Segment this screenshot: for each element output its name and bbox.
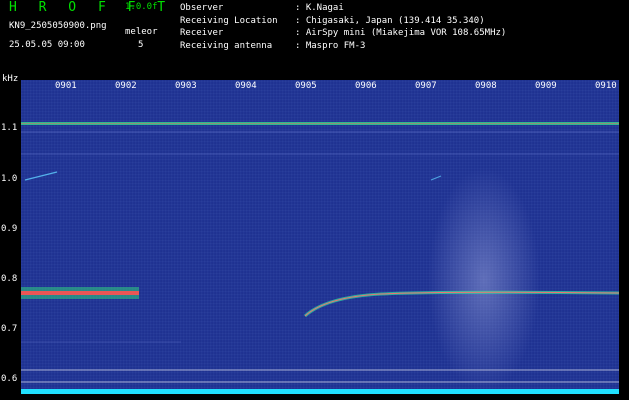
meteor-echo-trace — [430, 175, 442, 181]
image-filename: KN9_2505050900.png — [9, 21, 107, 31]
meteor-echo-core — [21, 291, 139, 295]
x-tick-label: 0907 — [415, 81, 437, 91]
info-value: : Chigasaki, Japan (139.414 35.340) — [295, 15, 485, 26]
info-key: Receiver — [180, 28, 224, 38]
info-row-location: Receiving Location : Chigasaki, Japan (13… — [180, 15, 506, 28]
info-key: Observer — [180, 3, 224, 13]
doppler-trace — [303, 290, 619, 318]
header-panel: H R O F F T 1.0.0f KN9_2505050900.png me… — [0, 0, 629, 72]
info-key: Receiving Location — [180, 15, 278, 26]
x-tick-label: 0902 — [115, 81, 137, 91]
x-tick-label: 0901 — [55, 81, 77, 91]
info-row-antenna: Receiving antenna : Maspro FM-3 — [180, 40, 506, 53]
station-info: Observer : K.Nagai Receiving Location : Ch… — [180, 2, 506, 52]
y-tick-label: 1.1 — [1, 123, 18, 133]
y-tick-label: 0.6 — [1, 374, 18, 384]
x-tick-label: 0903 — [175, 81, 197, 91]
meteor-echo-trace — [24, 171, 58, 181]
x-tick-label: 0910 — [595, 81, 617, 91]
info-value: : Maspro FM-3 — [295, 40, 366, 51]
info-value: : K.Nagai — [295, 3, 344, 13]
x-tick-label: 0906 — [355, 81, 377, 91]
app-version: 1.0.0f — [125, 2, 158, 12]
y-tick-label: 0.8 — [1, 274, 18, 284]
info-key: Receiving antenna — [180, 40, 273, 51]
noise-floor — [21, 389, 619, 394]
y-tick-label: 0.7 — [1, 324, 18, 334]
observation-mode: meleor — [125, 27, 158, 37]
info-row-receiver: Receiver : AirSpy mini (Miakejima VOR 108… — [180, 27, 506, 40]
x-tick-label: 0909 — [535, 81, 557, 91]
x-tick-label: 0905 — [295, 81, 317, 91]
info-row-observer: Observer : K.Nagai — [180, 2, 506, 15]
x-tick-label: 0908 — [475, 81, 497, 91]
info-value: : AirSpy mini (Miakejima VOR 108.65MHz) — [295, 28, 507, 38]
observation-datetime: 25.05.05 09:00 — [9, 40, 85, 50]
y-axis-unit: kHz — [2, 74, 19, 84]
x-tick-label: 0904 — [235, 81, 257, 91]
detection-count: 5 — [138, 40, 144, 50]
y-tick-label: 1.0 — [1, 174, 18, 184]
y-tick-label: 0.9 — [1, 224, 18, 234]
spectrogram-overlay — [21, 122, 619, 394]
